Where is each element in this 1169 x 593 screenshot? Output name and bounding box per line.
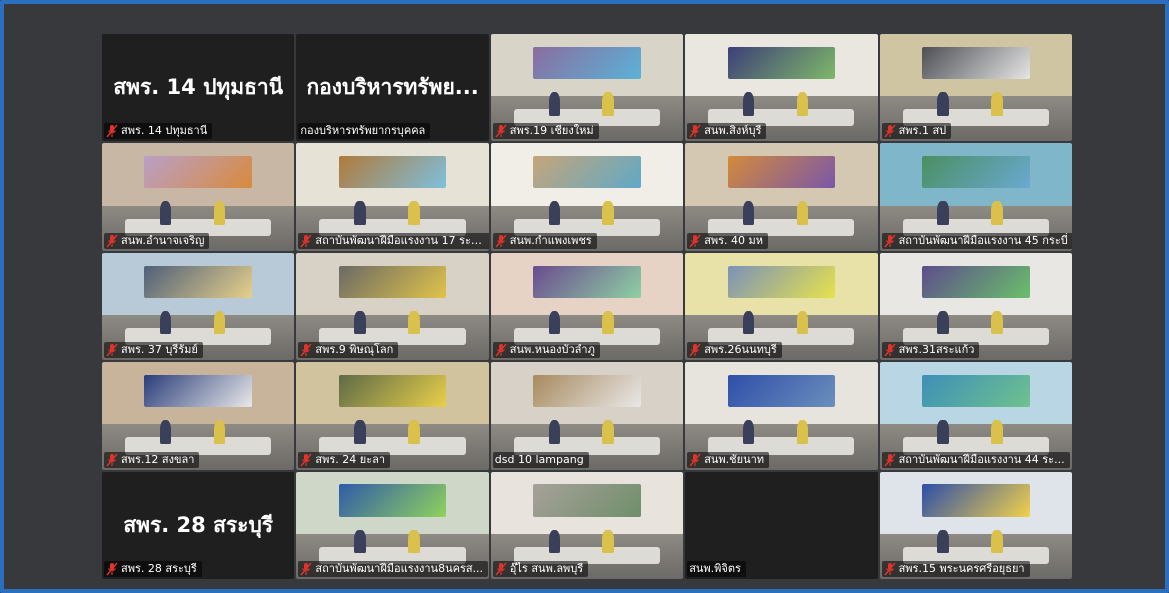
mic-muted-icon bbox=[106, 562, 118, 576]
participant-name: สนพ.พิจิตร bbox=[689, 562, 741, 575]
participant-tile[interactable]: สนพ.สิงห์บุรี bbox=[685, 34, 878, 142]
participant-tile[interactable]: อุ๊ไร สนพ.ลพบุรี bbox=[490, 471, 684, 579]
participant-tile[interactable]: สนพ.หนองบัวลำภู bbox=[490, 252, 684, 361]
mic-muted-icon bbox=[884, 234, 896, 248]
participant-name: อุ๊ไร สนพ.ลพบุรี bbox=[509, 562, 584, 575]
participant-name-label: สพร.26นนทบุรี bbox=[687, 342, 782, 359]
mic-muted-icon bbox=[106, 453, 118, 467]
participant-name-label: สนพ.กำแพงเพชร bbox=[492, 232, 597, 249]
mic-muted-icon bbox=[689, 234, 701, 248]
participant-name-label: สนพ.อำนาจเจริญ bbox=[104, 232, 210, 249]
mic-muted-icon bbox=[689, 343, 701, 357]
participant-tile[interactable]: สพร. 28 สระบุรี สพร. 28 สระบุรี bbox=[102, 471, 295, 579]
participant-name-label: สนพ.พิจิตร bbox=[687, 561, 746, 577]
participant-name-label: สพร.31สระแก้ว bbox=[881, 342, 980, 359]
participant-name-label: สพร. 40 มห bbox=[687, 232, 769, 249]
participant-name-label: สนพ.หนองบัวลำภู bbox=[492, 342, 600, 359]
mic-muted-icon bbox=[106, 343, 118, 357]
participant-name-label: สพร.9 พิษณุโลก bbox=[298, 342, 399, 359]
participant-name-label: สพร. 24 ยะลา bbox=[298, 451, 391, 468]
participant-name: สถาบันพัฒนาฝีมือแรงงาน 17 ระย... bbox=[315, 233, 485, 247]
mic-muted-icon bbox=[300, 343, 312, 357]
participant-name-label: สถาบันพัฒนาฝีมือแรงงาน 44 ระ... bbox=[881, 451, 1070, 468]
participant-name-label: สนพ.สิงห์บุรี bbox=[687, 123, 767, 140]
participant-name-label: สพร.19 เชียงใหม่ bbox=[492, 123, 599, 140]
mic-muted-icon bbox=[106, 234, 118, 248]
mic-muted-icon bbox=[106, 124, 118, 138]
participant-gallery: สพร. 14 ปทุมธานี สพร. 14 ปทุมธานี กองบริหา… bbox=[102, 34, 1072, 579]
participant-name: dsd 10 lampang bbox=[494, 452, 584, 466]
participant-name-label: สพร.15 พระนครศรีอยุธยา bbox=[881, 561, 1030, 577]
participant-name: สถาบันพัฒนาฝีมือแรงงาน 44 ระ... bbox=[898, 452, 1065, 466]
participant-tile[interactable]: สพร. 40 มห bbox=[685, 143, 878, 251]
participant-name: สพร.26นนทบุรี bbox=[704, 343, 777, 357]
participant-tile[interactable]: สพร.15 พระนครศรีอยุธยา bbox=[879, 471, 1072, 579]
participant-name: สพร.1 สป bbox=[898, 124, 947, 138]
participant-tile[interactable]: สนพ.ชัยนาท bbox=[685, 362, 878, 470]
participant-tile[interactable]: สพร. 14 ปทุมธานี สพร. 14 ปทุมธานี bbox=[102, 34, 295, 142]
participant-name: สพร.12 สงขลา bbox=[121, 452, 195, 466]
participant-tile[interactable]: สพร.9 พิษณุโลก bbox=[296, 252, 489, 361]
mic-muted-icon bbox=[300, 453, 312, 467]
participant-name-label: สพร. 14 ปทุมธานี bbox=[104, 123, 213, 140]
mic-muted-icon bbox=[884, 124, 896, 138]
participant-name-label: กองบริหารทรัพยากรบุคคล bbox=[298, 123, 431, 140]
meeting-window: สพร. 14 ปทุมธานี สพร. 14 ปทุมธานี กองบริหา… bbox=[0, 0, 1169, 593]
participant-tile[interactable]: สพร. 24 ยะลา bbox=[296, 362, 489, 470]
participant-tile[interactable]: สพร.19 เชียงใหม่ bbox=[490, 34, 684, 142]
participant-name-label: สพร.1 สป bbox=[881, 123, 952, 140]
participant-tile[interactable]: สพร.31สระแก้ว bbox=[879, 252, 1072, 361]
participant-name: สพร. 40 มห bbox=[704, 233, 764, 247]
participant-tile[interactable]: สนพ.พิจิตร bbox=[685, 471, 878, 579]
participant-tile[interactable]: สถาบันพัฒนาฝีมือแรงงาน8นครส... bbox=[296, 471, 489, 579]
participant-name: สนพ.ชัยนาท bbox=[704, 452, 765, 466]
participant-tile[interactable]: สนพ.อำนาจเจริญ bbox=[102, 143, 295, 251]
participant-tile[interactable]: สถาบันพัฒนาฝีมือแรงงาน 17 ระย... bbox=[296, 143, 489, 251]
mic-muted-icon bbox=[495, 562, 507, 576]
mic-muted-icon bbox=[300, 234, 312, 248]
participant-name: สพร.15 พระนครศรีอยุธยา bbox=[898, 562, 1025, 575]
participant-name: สนพ.สิงห์บุรี bbox=[704, 124, 762, 138]
participant-name: สนพ.กำแพงเพชร bbox=[509, 233, 592, 247]
participant-name: สพร. 14 ปทุมธานี bbox=[121, 124, 208, 138]
participant-name: สพร. 28 สระบุรี bbox=[121, 562, 197, 575]
participant-tile[interactable]: สนพ.กำแพงเพชร bbox=[490, 143, 684, 251]
participant-tile[interactable]: สถาบันพัฒนาฝีมือแรงงาน 44 ระ... bbox=[879, 362, 1072, 470]
participant-tile[interactable]: dsd 10 lampang bbox=[490, 362, 684, 470]
mic-muted-icon bbox=[689, 453, 701, 467]
mic-muted-icon bbox=[495, 124, 507, 138]
participant-name-label: อุ๊ไร สนพ.ลพบุรี bbox=[492, 561, 589, 577]
participant-tile[interactable]: กองบริหารทรัพย... กองบริหารทรัพยากรบุคคล bbox=[296, 34, 489, 142]
participant-tile[interactable]: สพร.1 สป bbox=[879, 34, 1072, 142]
mic-muted-icon bbox=[884, 343, 896, 357]
participant-name-label: สพร. 28 สระบุรี bbox=[104, 561, 202, 577]
participant-name-label: สถาบันพัฒนาฝีมือแรงงาน8นครส... bbox=[298, 561, 489, 577]
participant-tile[interactable]: สพร.26นนทบุรี bbox=[685, 252, 878, 361]
participant-name: สพร. 24 ยะลา bbox=[315, 452, 386, 466]
mic-muted-icon bbox=[300, 562, 312, 576]
participant-name-label: สพร. 37 บุรีรัมย์ bbox=[104, 342, 203, 359]
participant-tile[interactable]: สพร.12 สงขลา bbox=[102, 362, 295, 470]
participant-name-label: สถาบันพัฒนาฝีมือแรงงาน 45 กระบี่ bbox=[881, 232, 1072, 249]
mic-muted-icon bbox=[689, 124, 701, 138]
participant-name: สพร.9 พิษณุโลก bbox=[315, 343, 394, 357]
participant-name: สถาบันพัฒนาฝีมือแรงงาน 45 กระบี่ bbox=[898, 233, 1068, 247]
participant-name: กองบริหารทรัพยากรบุคคล bbox=[300, 124, 426, 138]
participant-name: สพร.19 เชียงใหม่ bbox=[509, 124, 594, 138]
participant-name: สพร.31สระแก้ว bbox=[898, 343, 975, 357]
participant-name-label: สนพ.ชัยนาท bbox=[687, 451, 770, 468]
participant-name-label: สถาบันพัฒนาฝีมือแรงงาน 17 ระย... bbox=[298, 232, 489, 249]
participant-name-label: dsd 10 lampang bbox=[492, 451, 589, 468]
participant-tile[interactable]: สถาบันพัฒนาฝีมือแรงงาน 45 กระบี่ bbox=[879, 143, 1072, 251]
mic-muted-icon bbox=[495, 343, 507, 357]
participant-name: สนพ.อำนาจเจริญ bbox=[121, 233, 205, 247]
mic-muted-icon bbox=[884, 562, 896, 576]
participant-name-label: สพร.12 สงขลา bbox=[104, 451, 200, 468]
participant-name: สพร. 37 บุรีรัมย์ bbox=[121, 343, 198, 357]
participant-name: สถาบันพัฒนาฝีมือแรงงาน8นครส... bbox=[315, 562, 484, 575]
mic-muted-icon bbox=[884, 453, 896, 467]
participant-tile[interactable]: สพร. 37 บุรีรัมย์ bbox=[102, 252, 295, 361]
participant-name: สนพ.หนองบัวลำภู bbox=[509, 343, 595, 357]
mic-muted-icon bbox=[495, 234, 507, 248]
